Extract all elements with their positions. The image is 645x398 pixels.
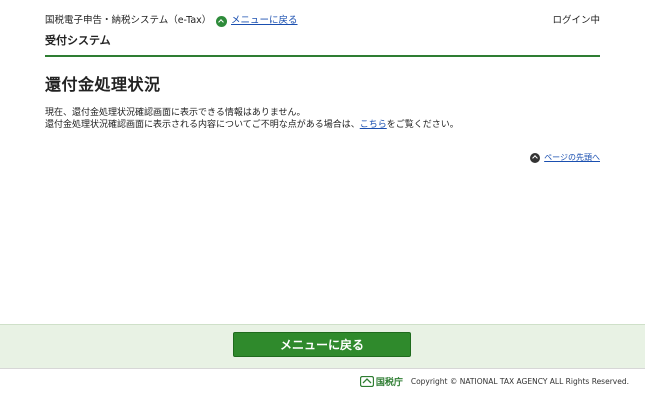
subsystem-name: 受付システム: [45, 34, 111, 47]
agency-name: 国税庁: [375, 378, 403, 388]
info-message-line1: 現在、還付金処理状況確認画面に表示できる情報はありません。: [45, 108, 306, 118]
help-link[interactable]: こちら: [360, 120, 387, 130]
footer-copyright-area: 国税庁 Copyright © NATIONAL TAX AGENCY ALL …: [359, 375, 629, 388]
footer-divider: [0, 368, 645, 369]
system-name: 国税電子申告・納税システム（e-Tax）: [45, 15, 212, 26]
header-top: 国税電子申告・納税システム（e-Tax） メニューに戻る ログイン中: [45, 14, 600, 28]
chevron-up-circle-icon: [216, 15, 227, 27]
header-menu-link[interactable]: メニューに戻る: [231, 14, 298, 28]
page-title: 還付金処理状況: [45, 75, 161, 94]
page-top-link-wrap: ページの先頭へ: [530, 152, 600, 163]
menu-return-button[interactable]: メニューに戻る: [233, 332, 411, 357]
header-menu-link-wrap: メニューに戻る: [216, 14, 298, 28]
copyright-text: Copyright © NATIONAL TAX AGENCY ALL Righ…: [410, 377, 629, 386]
info-message-line2: 還付金処理状況確認画面に表示される内容についてご不明な点がある場合は、こちらをご…: [45, 119, 459, 131]
page-top-link[interactable]: ページの先頭へ: [544, 152, 600, 163]
info-message-text-after: をご覧ください。: [386, 120, 459, 130]
nta-logo: 国税庁: [359, 375, 403, 388]
nta-mark-icon: [359, 376, 374, 387]
header-divider: [45, 55, 600, 57]
chevron-up-circle-icon: [530, 152, 541, 163]
login-status: ログイン中: [552, 15, 600, 26]
info-message-text-before: 還付金処理状況確認画面に表示される内容についてご不明な点がある場合は、: [45, 120, 360, 130]
